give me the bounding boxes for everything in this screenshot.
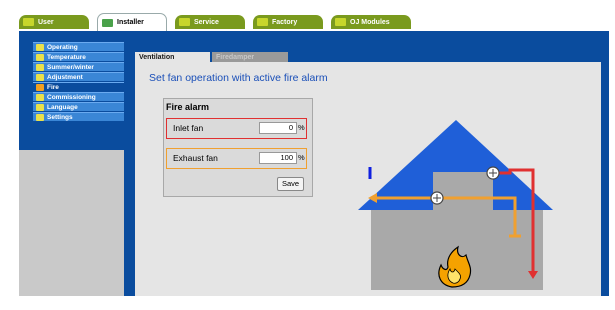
sidebar-item-label: Temperature (47, 54, 86, 61)
exhaust-fan-label: Exhaust fan (173, 153, 218, 163)
sidebar-item-label: Commissioning (47, 94, 96, 101)
sidebar-item-commissioning[interactable]: Commissioning (33, 92, 124, 101)
tab-installer[interactable]: Installer (97, 13, 167, 31)
sidebar-item-fire[interactable]: Fire (33, 82, 124, 91)
tab-user[interactable]: User (19, 15, 89, 29)
sidebar-item-label: Settings (47, 114, 73, 121)
subtab-ventilation-label: Ventilation (139, 54, 175, 61)
air-handling-unit (433, 172, 493, 210)
sidebar-item-label: Language (47, 104, 78, 111)
inlet-fan-input[interactable]: 0 (259, 122, 297, 134)
tab-service[interactable]: Service (175, 15, 245, 29)
commissioning-icon (36, 94, 44, 101)
subtab-firedamper-label: Firedamper (216, 54, 255, 61)
tab-oj-modules[interactable]: OJ Modules (331, 15, 411, 29)
top-tab-bar: User Installer Service Factory OJ Module… (19, 13, 609, 33)
language-icon (36, 104, 44, 111)
inlet-fan-label: Inlet fan (173, 123, 204, 133)
sidebar-item-label: Fire (47, 84, 59, 91)
service-icon (179, 18, 190, 26)
exhaust-fan-row: Exhaust fan 100 % (166, 148, 307, 169)
tab-factory[interactable]: Factory (253, 15, 323, 29)
inlet-fan-icon (486, 166, 500, 180)
tab-service-label: Service (194, 18, 219, 26)
sidebar-item-temperature[interactable]: Temperature (33, 52, 124, 61)
sidebar-item-label: Operating (47, 44, 78, 51)
wrench-icon (36, 74, 44, 81)
fire-icon (36, 84, 44, 91)
sidebar-item-label: Adjustment (47, 74, 83, 81)
sidebar-item-settings[interactable]: Settings (33, 112, 124, 121)
factory-icon (257, 18, 268, 26)
tab-oj-modules-label: OJ Modules (350, 18, 390, 26)
sidebar-menu: Operating Temperature Summer/winter Adju… (19, 34, 124, 150)
tab-user-label: User (38, 18, 54, 26)
sidebar-empty-area (19, 150, 124, 296)
exhaust-fan-unit: % (298, 153, 305, 162)
settings-icon (36, 114, 44, 121)
inlet-fan-unit: % (298, 123, 305, 132)
modules-icon (335, 18, 346, 26)
sidebar-item-adjustment[interactable]: Adjustment (33, 72, 124, 81)
exhaust-fan-input[interactable]: 100 (259, 152, 297, 164)
exhaust-fan-icon (430, 191, 444, 205)
sidebar-item-label: Summer/winter (47, 64, 94, 71)
save-button[interactable]: Save (277, 177, 304, 191)
sidebar-item-summer-winter[interactable]: Summer/winter (33, 62, 124, 71)
inlet-fan-row: Inlet fan 0 % (166, 118, 307, 139)
tab-factory-label: Factory (272, 18, 298, 26)
tab-installer-label: Installer (117, 19, 144, 26)
user-icon (23, 18, 34, 26)
sun-icon (36, 64, 44, 71)
sidebar-item-language[interactable]: Language (33, 102, 124, 111)
page-heading: Set fan operation with active fire alarm (149, 72, 328, 84)
fire-alarm-title: Fire alarm (166, 102, 210, 112)
operating-icon (36, 44, 44, 51)
ventilation-diagram (358, 120, 553, 290)
thermometer-icon (36, 54, 44, 61)
installer-icon (102, 18, 113, 27)
sidebar-item-operating[interactable]: Operating (33, 42, 124, 51)
